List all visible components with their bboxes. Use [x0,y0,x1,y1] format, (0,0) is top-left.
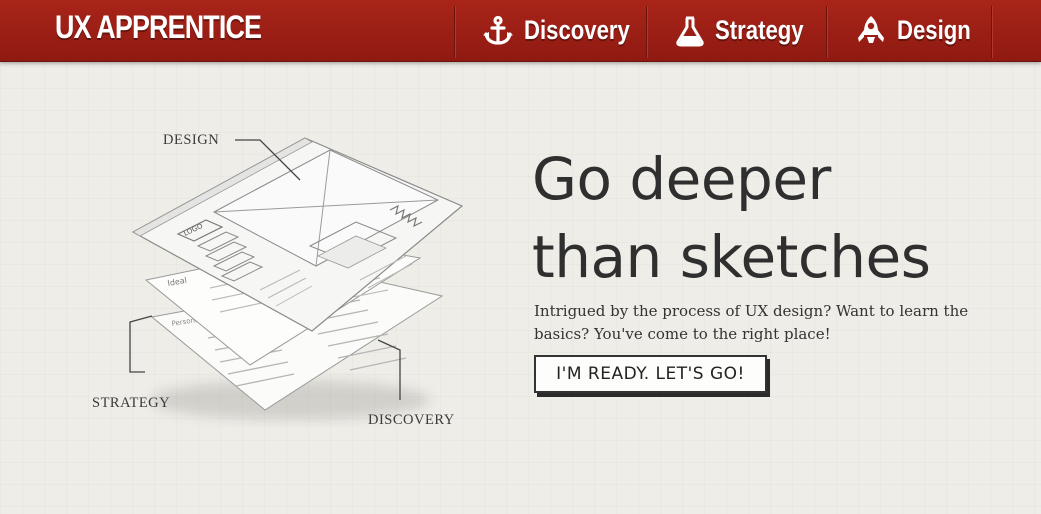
flask-icon [675,15,705,47]
callout-strategy: STRATEGY [92,395,171,411]
callout-discovery: DISCOVERY [368,412,455,428]
layered-wireframe-illustration: Persona Ideal LOGO DESIGN STRATEGY DISCO… [60,110,500,450]
nav-item-design[interactable]: Design [855,0,987,61]
top-navigation-bar: UX APPRENTICE Discovery Strategy Design [0,0,1041,62]
nav-label: Discovery [524,15,630,45]
rocket-icon [855,15,887,47]
nav-divider [826,6,828,58]
callout-design: DESIGN [163,132,220,148]
headline-line-2: than sketches [532,223,931,291]
nav-divider [454,6,456,58]
hero-subtext: Intrigued by the process of UX design? W… [534,302,969,343]
nav-divider [646,6,648,58]
nav-item-strategy[interactable]: Strategy [675,0,823,61]
nav-label: Strategy [715,15,804,45]
nav-divider [991,6,993,58]
hero-headline: Go deeper than sketches [532,140,1012,296]
get-started-button[interactable]: I'M READY. LET'S GO! [534,355,767,393]
headline-line-1: Go deeper [532,145,831,213]
site-logo[interactable]: UX APPRENTICE [55,9,262,46]
nav-label: Design [897,15,971,45]
anchor-icon [482,15,514,47]
nav-item-discovery[interactable]: Discovery [482,0,653,61]
